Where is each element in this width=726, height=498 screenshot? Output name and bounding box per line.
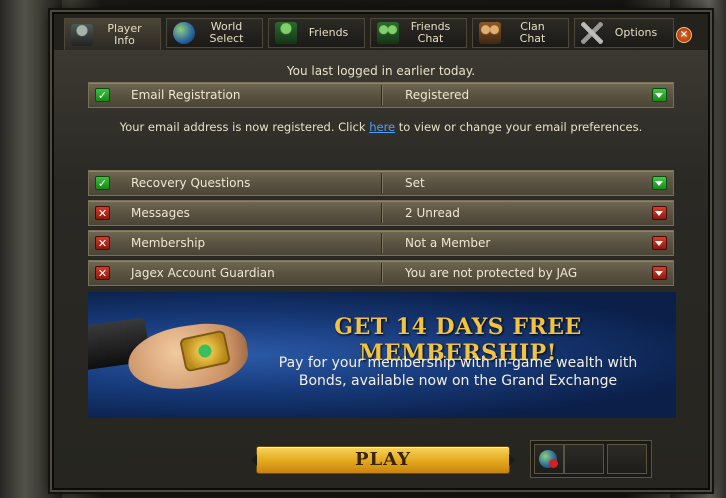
options-icon (581, 22, 603, 44)
divider (381, 85, 382, 105)
status-row-label: Email Registration (131, 88, 241, 102)
last-login-text: You last logged in earlier today. (286, 64, 476, 78)
status-row-recovery-questions[interactable]: ✓ Recovery Questions Set (88, 170, 674, 196)
status-row-account-guardian[interactable]: ✕ Jagex Account Guardian You are not pro… (88, 260, 674, 286)
status-row-value: Set (405, 176, 425, 190)
status-row-email[interactable]: ✓ Email Registration Registered (88, 82, 674, 108)
tab-label: Friends (308, 26, 349, 39)
empty-slot[interactable] (564, 444, 604, 474)
cross-icon: ✕ (95, 266, 110, 280)
world-slot[interactable] (534, 444, 564, 474)
tab-options[interactable]: Options (574, 18, 674, 48)
status-row-label: Messages (131, 206, 190, 220)
tab-friends-chat[interactable]: Friends Chat (370, 18, 467, 48)
empty-slot[interactable] (607, 444, 647, 474)
expand-arrow-icon[interactable] (652, 236, 667, 250)
membership-promo-banner[interactable]: GET 14 DAYS FREE MEMBERSHIP! Pay for you… (88, 292, 676, 418)
status-row-value: 2 Unread (405, 206, 460, 220)
banner-subtext-line: Pay for your membership with in-game wea… (278, 355, 638, 371)
status-row-label: Recovery Questions (131, 176, 251, 190)
status-row-label: Membership (131, 236, 206, 250)
status-row-value: Not a Member (405, 236, 491, 250)
email-note-text: to view or change your email preferences… (395, 120, 643, 134)
tab-player-info[interactable]: Player Info (64, 18, 161, 51)
tab-bar: Player Info World Select Friends Friends Ch… (64, 18, 698, 51)
play-button[interactable]: PLAY (251, 446, 515, 474)
tab-clan-chat[interactable]: Clan Chat (472, 18, 569, 48)
world-icon (173, 22, 195, 44)
check-icon: ✓ (95, 88, 110, 102)
status-row-value: You are not protected by JAG (405, 266, 578, 280)
expand-arrow-icon[interactable] (652, 206, 667, 220)
friends-chat-icon (377, 22, 399, 44)
tab-world-select[interactable]: World Select (166, 18, 263, 48)
banner-subtext-line: Bonds, available now on the Grand Exchan… (298, 373, 618, 389)
divider (381, 233, 382, 253)
status-row-value: Registered (405, 88, 470, 102)
tab-label: Chat (417, 32, 444, 45)
heart-icon (549, 459, 558, 468)
status-row-membership[interactable]: ✕ Membership Not a Member (88, 230, 674, 256)
tab-label: Options (614, 26, 658, 39)
banner-subtext: Pay for your membership with in-game wea… (248, 354, 668, 390)
tab-label: Info (114, 34, 135, 47)
divider (381, 203, 382, 223)
expand-arrow-icon[interactable] (652, 176, 667, 190)
expand-arrow-icon[interactable] (652, 88, 667, 102)
status-row-label: Jagex Account Guardian (131, 266, 275, 280)
status-row-messages[interactable]: ✕ Messages 2 Unread (88, 200, 674, 226)
tab-label: Select (209, 32, 244, 45)
friends-icon (275, 22, 297, 44)
cross-icon: ✕ (95, 206, 110, 220)
cross-icon: ✕ (95, 236, 110, 250)
email-preferences-link[interactable]: here (369, 120, 395, 134)
tab-friends[interactable]: Friends (268, 18, 365, 48)
expand-arrow-icon[interactable] (652, 266, 667, 280)
divider (381, 173, 382, 193)
player-info-panel: Player Info World Select Friends Friends Ch… (52, 12, 710, 490)
email-note: Your email address is now registered. Cl… (54, 120, 708, 134)
player-info-content: You last logged in earlier today. ✓ Emai… (54, 50, 708, 488)
player-icon (71, 24, 93, 46)
tab-label: Chat (519, 32, 546, 45)
quick-slots (530, 440, 652, 478)
close-icon[interactable]: × (676, 27, 692, 43)
email-note-text: Your email address is now registered. Cl… (119, 120, 370, 134)
divider (381, 263, 382, 283)
check-icon: ✓ (95, 176, 110, 190)
clan-chat-icon (479, 22, 501, 44)
